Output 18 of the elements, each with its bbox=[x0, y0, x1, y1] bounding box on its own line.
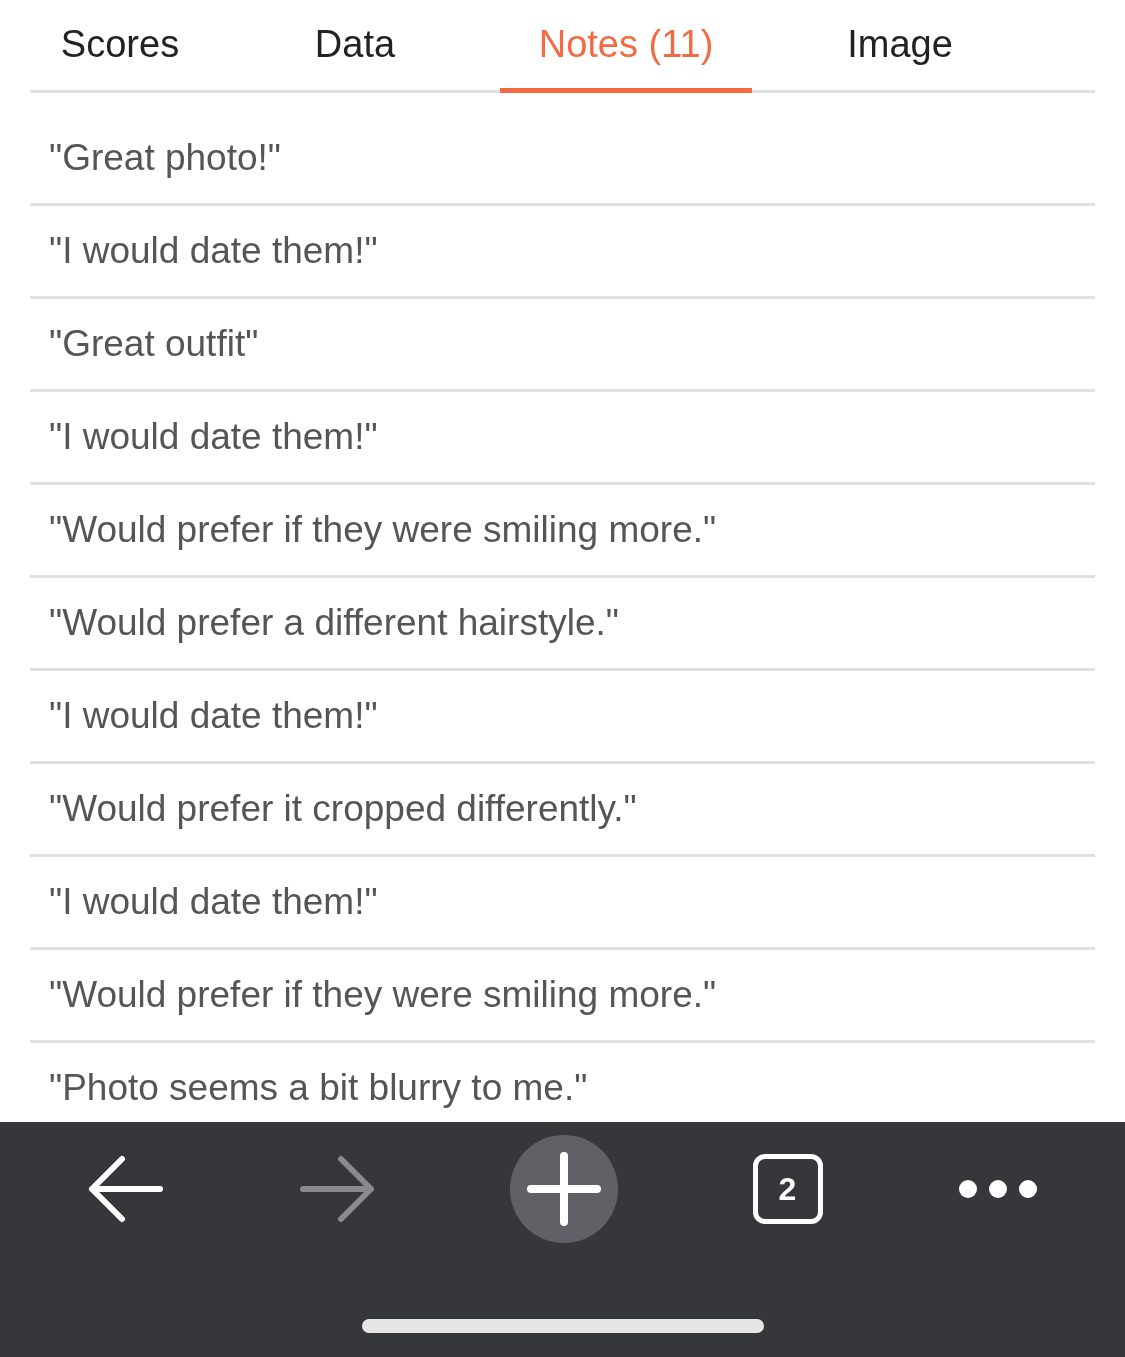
note-text: "Great outfit" bbox=[48, 323, 259, 365]
note-text: "I would date them!" bbox=[48, 695, 378, 737]
more-icon[interactable] bbox=[957, 1179, 1038, 1199]
note-text: "I would date them!" bbox=[48, 416, 378, 458]
note-text: "Would prefer if they were smiling more." bbox=[48, 509, 717, 551]
note-text: "Would prefer if they were smiling more." bbox=[48, 974, 717, 1016]
note-text: "Would prefer it cropped differently." bbox=[48, 788, 637, 830]
note-text: "Would prefer a different hairstyle." bbox=[48, 602, 619, 644]
tab-count-button[interactable]: 2 bbox=[752, 1154, 823, 1224]
tab[interactable]: Data bbox=[210, 0, 500, 93]
tab[interactable]: Scores bbox=[30, 0, 210, 93]
plus-icon bbox=[526, 1152, 601, 1226]
tab[interactable]: Image bbox=[752, 0, 1048, 93]
note-text: "I would date them!" bbox=[48, 881, 378, 923]
note-text: "Great photo!" bbox=[48, 137, 281, 179]
note-text: "Photo seems a bit blurry to me." bbox=[48, 1067, 588, 1109]
note-text: "I would date them!" bbox=[48, 230, 378, 272]
back-arrow-icon[interactable] bbox=[87, 1155, 164, 1223]
